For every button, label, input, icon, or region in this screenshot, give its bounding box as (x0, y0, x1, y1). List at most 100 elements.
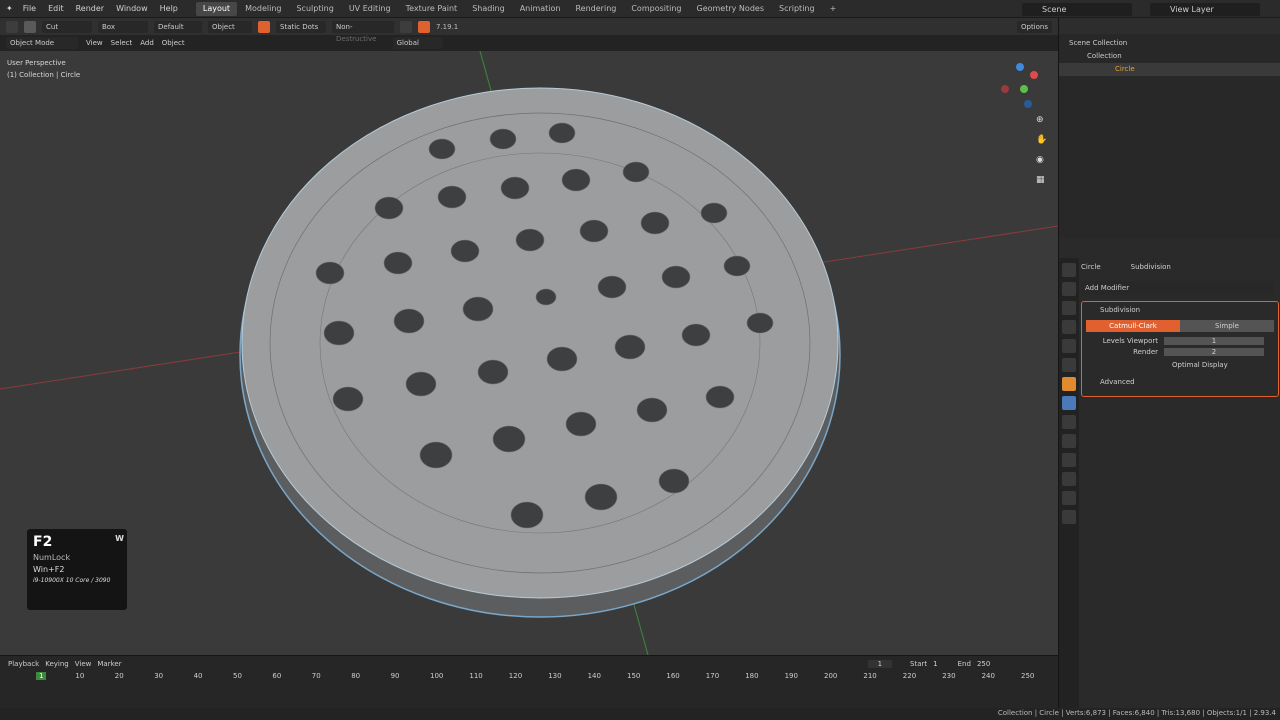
render-levels-field[interactable]: 2 (1164, 348, 1264, 356)
gear-icon[interactable] (400, 20, 412, 33)
object-icon[interactable] (1062, 377, 1076, 391)
hole (561, 168, 591, 192)
collection-row[interactable]: Collection (1059, 50, 1280, 63)
hole (661, 265, 691, 289)
advanced-toggle[interactable]: Advanced (1100, 378, 1274, 386)
levels-viewport-field[interactable]: 1 (1164, 337, 1264, 345)
3d-viewport[interactable]: User Perspective (1) Collection | Circle… (0, 51, 1058, 655)
circle-row[interactable]: Circle (1059, 63, 1280, 76)
object-mode-select[interactable]: Object Mode (6, 37, 78, 49)
view-layer-selector[interactable]: View Layer (1150, 3, 1260, 16)
frame-tick: 50 (233, 672, 242, 680)
view-layer-icon[interactable] (1062, 320, 1076, 334)
menu-object[interactable]: Object (162, 39, 185, 47)
catmull-clark-button[interactable]: Catmull-Clark (1086, 320, 1180, 332)
default-field[interactable]: Default (154, 20, 202, 33)
frame-tick: 130 (548, 672, 562, 680)
hole (546, 346, 578, 372)
tab-uv-editing[interactable]: UV Editing (342, 2, 398, 16)
scene-selector[interactable]: Scene (1022, 3, 1132, 16)
tab-scripting[interactable]: Scripting (772, 2, 822, 16)
tool-icon[interactable] (1062, 263, 1076, 277)
static-dots-field[interactable]: Static Dots (276, 20, 326, 33)
camera-icon[interactable]: ◉ (1036, 155, 1050, 169)
navigation-gizmo[interactable] (1001, 63, 1038, 108)
hole (622, 161, 650, 183)
start-label: Start (910, 660, 928, 668)
menu-file[interactable]: File (17, 0, 42, 18)
world-icon[interactable] (1062, 358, 1076, 372)
active-tool-icon[interactable] (24, 20, 36, 33)
menu-select[interactable]: Select (111, 39, 133, 47)
box-field[interactable]: Box (98, 20, 148, 33)
snap-icon[interactable] (258, 20, 270, 33)
tab-compositing[interactable]: Compositing (624, 2, 688, 16)
tab-layout[interactable]: Layout (195, 1, 238, 16)
optimal-display-checkbox[interactable]: Optimal Display (1172, 361, 1274, 369)
menu-keying[interactable]: Keying (45, 660, 69, 668)
tab-animation[interactable]: Animation (513, 2, 568, 16)
object-name: Circle (1081, 263, 1101, 271)
frame-tick: 150 (627, 672, 641, 680)
tab-rendering[interactable]: Rendering (568, 2, 623, 16)
hole (477, 359, 509, 385)
hole (681, 323, 711, 347)
options-button[interactable]: Options (1016, 20, 1052, 33)
render-icon[interactable] (1062, 282, 1076, 296)
non-destructive-field[interactable]: Non-Destructive (332, 20, 394, 43)
end-field[interactable]: 250 (977, 660, 990, 668)
hole (640, 211, 670, 235)
wrench-icon[interactable] (1062, 396, 1076, 410)
orientation-select[interactable]: Global (392, 37, 443, 49)
frame-tick: 170 (705, 672, 720, 680)
menu-marker[interactable]: Marker (97, 660, 121, 668)
start-field[interactable]: 1 (933, 660, 937, 668)
add-workspace-icon[interactable]: + (823, 2, 844, 16)
menu-add[interactable]: Add (140, 39, 154, 47)
simple-button[interactable]: Simple (1180, 320, 1274, 332)
blender-logo-icon[interactable]: ✦ (0, 0, 17, 18)
frame-tick: 100 (430, 672, 444, 680)
grid-icon[interactable]: ▦ (1036, 175, 1050, 189)
editor-type-icon[interactable] (6, 20, 18, 33)
right-panel: Scene Collection Collection Circle Circl… (1058, 18, 1280, 708)
scene-icon[interactable] (1062, 339, 1076, 353)
tab-sculpting[interactable]: Sculpting (289, 2, 340, 16)
object-field[interactable]: Object (208, 20, 252, 33)
hand-icon[interactable]: ✋ (1036, 135, 1050, 149)
frame-tick: 240 (981, 672, 995, 680)
frame-ruler[interactable]: 1 10 20 30 40 50 60 70 80 90 100 110 120 130 140 150 160… (0, 672, 1058, 686)
zoom-icon[interactable]: ⊕ (1036, 115, 1050, 129)
menu-timeline-view[interactable]: View (75, 660, 92, 668)
top-bar: ✦ File Edit Render Window Help Layout Mo… (0, 0, 1280, 18)
hole (535, 288, 557, 306)
add-modifier-button[interactable]: Add Modifier (1081, 281, 1273, 295)
current-frame-field[interactable]: 1 (867, 660, 893, 668)
key-overlay: F2 W NumLock Win+F2 i9-10900X 10 Core / … (27, 529, 127, 610)
menu-view[interactable]: View (86, 39, 103, 47)
tab-shading[interactable]: Shading (465, 2, 512, 16)
data-icon[interactable] (1062, 472, 1076, 486)
properties-panel: Circle Subdivision Add Modifier Subdivis… (1081, 243, 1279, 708)
tab-texture-paint[interactable]: Texture Paint (399, 2, 465, 16)
tab-modeling[interactable]: Modeling (238, 2, 288, 16)
menu-edit[interactable]: Edit (42, 0, 70, 18)
cut-field[interactable]: Cut (42, 20, 92, 33)
menu-window[interactable]: Window (110, 0, 154, 18)
tab-geometry-nodes[interactable]: Geometry Nodes (690, 2, 771, 16)
outliner-header (1059, 18, 1280, 34)
menu-playback[interactable]: Playback (8, 660, 39, 668)
pause-icon[interactable] (418, 20, 430, 33)
hole (437, 185, 467, 209)
material-icon[interactable] (1062, 491, 1076, 505)
hole (489, 128, 517, 150)
menu-render[interactable]: Render (70, 0, 110, 18)
modifier-title[interactable]: Subdivision (1100, 306, 1274, 314)
particles-icon[interactable] (1062, 415, 1076, 429)
constraints-icon[interactable] (1062, 453, 1076, 467)
output-icon[interactable] (1062, 301, 1076, 315)
physics-icon[interactable] (1062, 434, 1076, 448)
scene-collection-row[interactable]: Scene Collection (1059, 37, 1280, 50)
texture-icon[interactable] (1062, 510, 1076, 524)
menu-help[interactable]: Help (154, 0, 184, 18)
